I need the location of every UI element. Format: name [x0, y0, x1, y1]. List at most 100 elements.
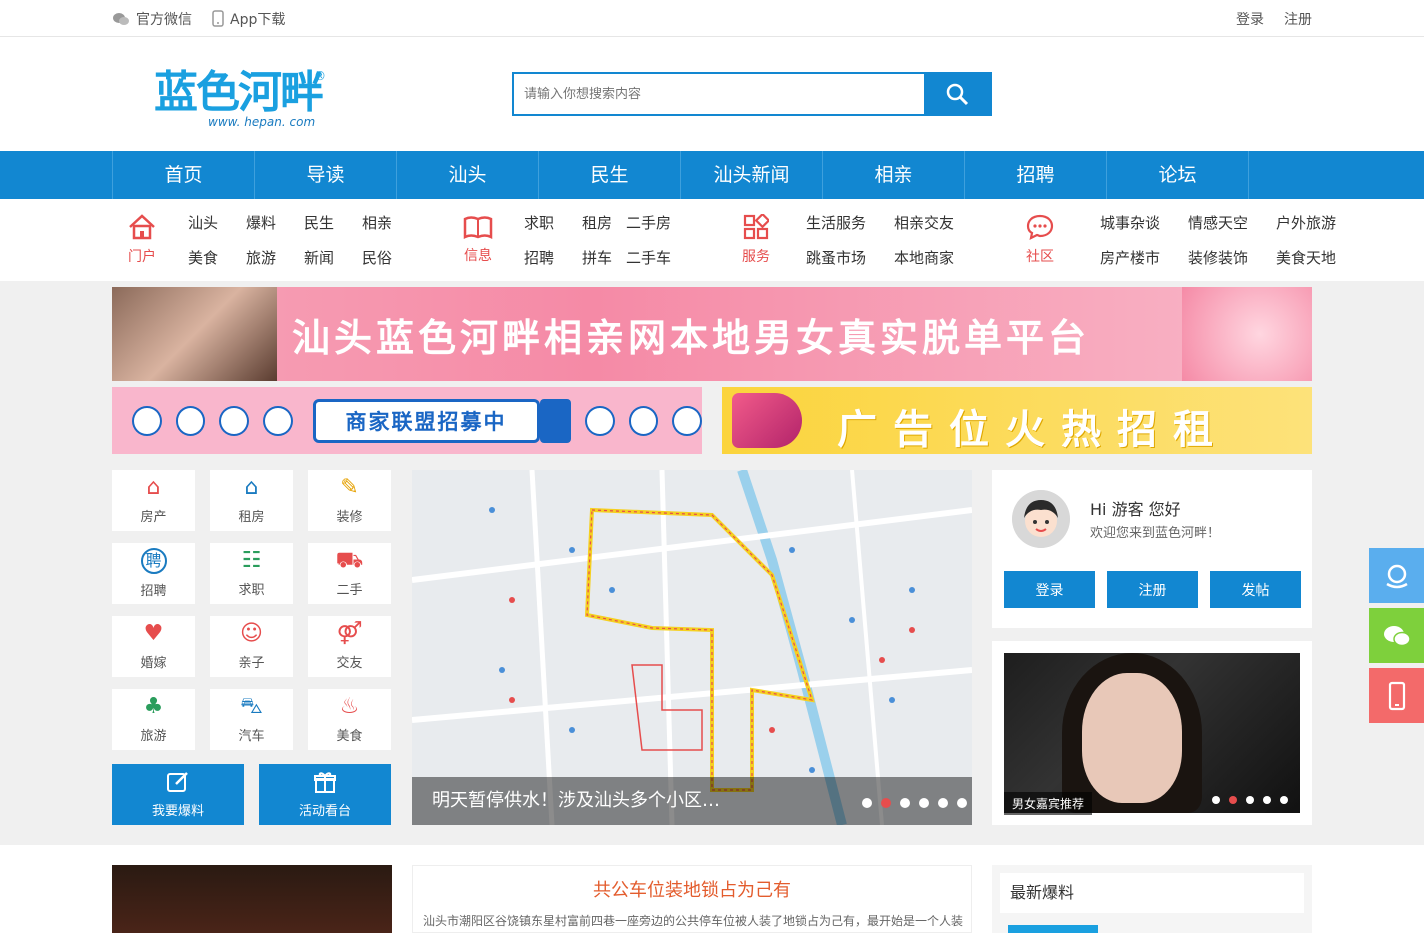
subnav-link[interactable]: 户外旅游 — [1276, 212, 1346, 233]
photo-dot[interactable] — [1229, 796, 1237, 804]
grid-item[interactable]: ✎ 装修 — [308, 470, 391, 531]
service-category[interactable]: 服务 — [726, 214, 786, 266]
slider-dot[interactable] — [862, 798, 872, 808]
grid-item[interactable]: ☷ 求职 — [210, 543, 293, 604]
subnav-link[interactable]: 美食天地 — [1276, 247, 1346, 268]
events-button[interactable]: 活动看台 — [259, 764, 391, 825]
news-slider[interactable]: 明天暂停供水！涉及汕头多个小区… — [412, 470, 972, 825]
report-button[interactable]: 我要爆料 — [112, 764, 244, 825]
subnav-link[interactable]: 情感天空 — [1188, 212, 1276, 233]
search-icon — [946, 83, 969, 106]
nav-livelihood[interactable]: 民生 — [539, 151, 681, 199]
merchant-banner[interactable]: 商家联盟招募中 — [112, 387, 702, 454]
photo-dot[interactable] — [1246, 796, 1254, 804]
subnav-link[interactable]: 跳蚤市场 — [806, 247, 894, 268]
login-button[interactable]: 登录 — [1004, 571, 1095, 608]
sidebar-app[interactable] — [1369, 668, 1424, 723]
grid-item[interactable]: ☺ 亲子 — [210, 616, 293, 677]
heart-couple-image — [1182, 287, 1312, 381]
user-greeting: Hi 游客 您好 — [1090, 500, 1181, 519]
subnav-link[interactable]: 招聘 — [524, 247, 582, 268]
post-button[interactable]: 发帖 — [1210, 571, 1301, 608]
slider-dot[interactable] — [938, 798, 948, 808]
grid-item[interactable]: ⛟ 二手 — [308, 543, 391, 604]
subnav-link[interactable]: 旅游 — [246, 247, 304, 268]
site-logo[interactable]: 蓝色河畔 www. hepan. com ® — [154, 69, 326, 141]
water-outage-map — [412, 470, 972, 825]
grid-item[interactable]: ⌂ 房产 — [112, 470, 195, 531]
couple-icon: ♥ — [143, 621, 164, 646]
subnav-link[interactable]: 二手车 — [626, 247, 698, 268]
rent-icon: ⌂ — [244, 475, 259, 500]
app-download-link[interactable]: App下载 — [212, 9, 285, 29]
grid-item[interactable]: 聘招聘 — [112, 543, 195, 604]
subnav-link[interactable]: 相亲交友 — [894, 212, 982, 233]
category-grid: ⌂ 房产 ⌂ 租房 ✎ 装修 聘招聘 ☷ 求职 ⛟ 二手 ♥ 婚嫁 ☺ 亲子 ⚤ 交友 ♣ 旅游 … — [112, 470, 392, 750]
subnav-link[interactable]: 美食 — [188, 247, 246, 268]
family-icon: ☺ — [240, 621, 263, 646]
grid-item-label: 亲子 — [238, 656, 265, 671]
search-input[interactable] — [514, 74, 924, 114]
nav-dating[interactable]: 相亲 — [823, 151, 965, 199]
slider-dot[interactable] — [957, 798, 967, 808]
subnav-link[interactable]: 城事杂谈 — [1100, 212, 1188, 233]
resume-icon: ☷ — [241, 548, 262, 573]
subnav-link[interactable]: 生活服务 — [806, 212, 894, 233]
subnav-link[interactable]: 房产楼市 — [1100, 247, 1188, 268]
subnav-link[interactable]: 二手房 — [626, 212, 698, 233]
latest-panel: 最新爆料 — [992, 865, 1312, 933]
portal-category[interactable]: 门户 — [112, 214, 172, 266]
wechat-icon — [1383, 625, 1411, 646]
register-button[interactable]: 注册 — [1107, 571, 1198, 608]
subnav-link[interactable]: 装修装饰 — [1188, 247, 1276, 268]
wechat-icon — [113, 12, 129, 25]
nav-forum[interactable]: 论坛 — [1107, 151, 1249, 199]
grid-item[interactable]: ♨ 美食 — [308, 689, 391, 750]
grid-item[interactable]: ♣ 旅游 — [112, 689, 195, 750]
grid-item[interactable]: ⛍ 汽车 — [210, 689, 293, 750]
headline-title: 共公车位装地锁占为己有 — [593, 880, 791, 901]
headline-card[interactable]: 共公车位装地锁占为己有 汕头市潮阳区谷饶镇东星村富前四巷一座旁边的公共停车位被人… — [412, 865, 972, 933]
slider-dot[interactable] — [900, 798, 910, 808]
subnav-link[interactable]: 租房 — [582, 212, 626, 233]
sidebar-customer-service[interactable] — [1369, 548, 1424, 603]
photo-dot[interactable] — [1263, 796, 1271, 804]
dating-banner[interactable]: 汕头蓝色河畔相亲网本地男女真实脱单平台 — [112, 287, 1312, 381]
top-register-link[interactable]: 注册 — [1284, 9, 1312, 29]
sidebar-wechat[interactable] — [1369, 608, 1424, 663]
subnav-link[interactable]: 拼车 — [582, 247, 626, 268]
subnav-link[interactable]: 新闻 — [304, 247, 362, 268]
wechat-link[interactable]: 官方微信 — [112, 9, 192, 29]
photo-dot[interactable] — [1212, 796, 1220, 804]
slider-dot[interactable] — [881, 798, 891, 808]
info-category[interactable]: 信息 — [448, 215, 508, 265]
slider-dot[interactable] — [919, 798, 929, 808]
top-login-link[interactable]: 登录 — [1236, 9, 1264, 29]
ad-banner[interactable]: 广告位火热招租 — [722, 387, 1312, 454]
nav-jobs[interactable]: 招聘 — [965, 151, 1107, 199]
subnav-link[interactable]: 汕头 — [188, 212, 246, 233]
latest-thumb[interactable] — [1008, 925, 1098, 933]
subnav-link[interactable]: 求职 — [524, 212, 582, 233]
food-icon: ♨ — [339, 694, 360, 719]
guest-recommendation[interactable]: 男女嘉宾推荐 — [992, 641, 1312, 825]
grid-item[interactable]: ♥ 婚嫁 — [112, 616, 195, 677]
registered-mark: ® — [314, 69, 326, 83]
subnav-link[interactable]: 相亲 — [362, 212, 420, 233]
subnav-link[interactable]: 民俗 — [362, 247, 420, 268]
photo-dot[interactable] — [1280, 796, 1288, 804]
nav-news[interactable]: 汕头新闻 — [681, 151, 823, 199]
subnav-link[interactable]: 本地商家 — [894, 247, 982, 268]
grid-item[interactable]: ⚤ 交友 — [308, 616, 391, 677]
subnav-link[interactable]: 爆料 — [246, 212, 304, 233]
nav-guide[interactable]: 导读 — [255, 151, 397, 199]
nav-shantou[interactable]: 汕头 — [397, 151, 539, 199]
nav-home[interactable]: 首页 — [113, 151, 255, 199]
grid-icon — [743, 214, 769, 240]
service-label: 服务 — [742, 249, 770, 265]
search-button[interactable] — [924, 74, 990, 114]
subnav-link[interactable]: 民生 — [304, 212, 362, 233]
grid-item[interactable]: ⌂ 租房 — [210, 470, 293, 531]
news-image[interactable] — [112, 865, 392, 933]
community-category[interactable]: 社区 — [1010, 214, 1070, 266]
